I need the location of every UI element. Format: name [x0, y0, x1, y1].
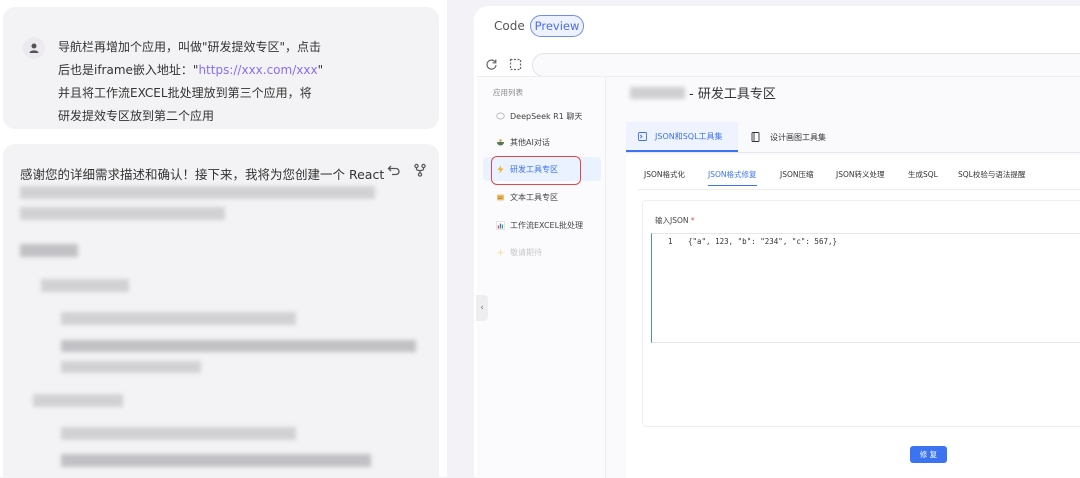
redacted-text — [61, 361, 201, 373]
assistant-message: 感谢您的详细需求描述和确认！接下来，我将为您创建一个 React — [3, 144, 439, 477]
tab-label: 设计画图工具集 — [770, 132, 826, 142]
redacted-text — [61, 427, 296, 440]
sidebar-item-excel-batch[interactable]: 工作流EXCEL批处理 — [483, 213, 601, 237]
user-message-text: 导航栏再增加个应用，叫做"研发提效专区"，点击 后也是iframe嵌入地址："h… — [58, 36, 398, 128]
sidebar-item-label: DeepSeek R1 聊天 — [510, 111, 583, 121]
tab-code[interactable]: Code — [494, 19, 525, 33]
tab-sql-validate[interactable]: SQL校验与语法提醒 — [958, 169, 1025, 180]
bowl-icon — [495, 137, 505, 147]
editor-code: {"a", 123, "b": "234", "c": 567,} — [688, 237, 838, 246]
sidebar-item-text-tools[interactable]: 文本工具专区 — [483, 185, 601, 209]
tab-json-escape[interactable]: JSON转义处理 — [836, 169, 885, 180]
tab-json-format[interactable]: JSON格式化 — [644, 169, 685, 180]
tab-preview[interactable]: Preview — [530, 15, 584, 37]
assistant-first-line: 感谢您的详细需求描述和确认！接下来，我将为您创建一个 React — [20, 167, 385, 182]
chevron-left-icon: ‹ — [480, 303, 484, 313]
fix-button[interactable]: 修 复 — [910, 446, 947, 463]
tab-json-compress[interactable]: JSON压缩 — [780, 169, 814, 180]
app-preview: 应用列表 DeepSeek R1 聊天 其他AI对话 研发工具专区 文本工具专区… — [476, 76, 1080, 478]
bar-chart-icon — [495, 220, 505, 230]
sidebar-item-coming-soon: 敬请期待 — [483, 240, 601, 264]
user-line-4: 研发提效专区放到第二个应用 — [58, 109, 215, 123]
user-avatar-icon — [23, 37, 45, 59]
preview-toolbar — [474, 51, 1080, 79]
redacted-text — [61, 454, 371, 467]
redacted-text — [20, 207, 225, 220]
chat-pane: 导航栏再增加个应用，叫做"研发提效专区"，点击 后也是iframe嵌入地址："h… — [0, 0, 447, 477]
sidebar-item-deepseek[interactable]: DeepSeek R1 聊天 — [483, 104, 601, 128]
branch-icon[interactable] — [413, 162, 427, 181]
json-repair-panel: 输入JSON * 1 {"a", 123, "b": "234", "c": 5… — [642, 200, 1080, 427]
input-json-label: 输入JSON * — [655, 215, 695, 226]
tab-label: JSON和SQL工具集 — [655, 131, 723, 141]
collapse-sidebar-button[interactable]: ‹ — [476, 295, 488, 321]
page-title: - 研发工具专区 — [630, 83, 776, 102]
user-link-suffix: " — [317, 63, 324, 77]
terminal-icon — [638, 131, 647, 141]
sparkle-icon — [495, 247, 505, 257]
tab-design-tools[interactable]: 设计画图工具集 — [751, 122, 826, 152]
undo-icon[interactable] — [387, 162, 401, 181]
user-link[interactable]: https://xxx.com/xxx — [198, 63, 317, 77]
app-main: - 研发工具专区 JSON和SQL工具集 设计画图工具集 JSON格式化 JSO… — [606, 77, 1080, 478]
url-bar[interactable] — [532, 53, 1080, 77]
annotation-highlight-box — [491, 156, 581, 185]
redacted-text — [33, 394, 123, 407]
redacted-text — [41, 279, 129, 292]
doc-icon — [751, 132, 760, 142]
preview-panel: Code Preview 应用列表 DeepSeek R1 聊天 其他AI对话 … — [474, 6, 1080, 478]
user-line-1: 导航栏再增加个应用，叫做"研发提效专区"，点击 — [58, 40, 322, 54]
sidebar-item-label: 文本工具专区 — [510, 192, 558, 202]
sidebar-item-label: 其他AI对话 — [510, 137, 550, 147]
tool-category-tabs: JSON和SQL工具集 设计画图工具集 — [626, 122, 1080, 153]
tab-json-repair[interactable]: JSON格式修复 — [708, 169, 757, 186]
note-icon — [495, 192, 505, 202]
user-message: 导航栏再增加个应用，叫做"研发提效专区"，点击 后也是iframe嵌入地址："h… — [3, 7, 439, 129]
sidebar-item-other-ai[interactable]: 其他AI对话 — [483, 130, 601, 154]
sidebar-item-label: 工作流EXCEL批处理 — [510, 220, 584, 230]
tab-generate-sql[interactable]: 生成SQL — [908, 169, 938, 180]
required-marker: * — [690, 216, 695, 225]
tool-card: JSON格式化 JSON格式修复 JSON压缩 JSON转义处理 生成SQL S… — [626, 155, 1080, 478]
sidebar-item-label: 敬请期待 — [510, 247, 542, 257]
refresh-icon[interactable] — [485, 56, 498, 75]
redacted-app-name — [630, 86, 685, 99]
redacted-text — [61, 312, 296, 325]
redacted-text — [61, 340, 416, 352]
tab-json-sql-tools[interactable]: JSON和SQL工具集 — [626, 122, 738, 152]
field-label-text: 输入JSON — [655, 216, 689, 225]
redacted-heading — [20, 244, 78, 257]
line-number: 1 — [668, 237, 673, 246]
select-area-icon[interactable] — [509, 56, 522, 75]
page-title-text: - 研发工具专区 — [689, 87, 776, 102]
code-preview-tabs: Code Preview — [474, 6, 1080, 46]
message-actions — [387, 162, 427, 181]
user-line-2: 后也是iframe嵌入地址："https://xxx.com/xxx" — [58, 59, 398, 82]
app-sidebar: 应用列表 DeepSeek R1 聊天 其他AI对话 研发工具专区 文本工具专区… — [476, 77, 606, 478]
sidebar-title: 应用列表 — [493, 88, 523, 97]
user-link-prefix: 后也是iframe嵌入地址：" — [58, 63, 199, 77]
user-line-3: 并且将工作流EXCEL批处理放到第三个应用，将 — [58, 86, 312, 100]
redacted-text — [20, 186, 375, 199]
json-tool-tabs: JSON格式化 JSON格式修复 JSON压缩 JSON转义处理 生成SQL S… — [638, 165, 1080, 190]
json-input-editor[interactable]: 1 {"a", 123, "b": "234", "c": 567,} — [651, 233, 1080, 343]
chat-bubble-icon — [495, 111, 505, 121]
